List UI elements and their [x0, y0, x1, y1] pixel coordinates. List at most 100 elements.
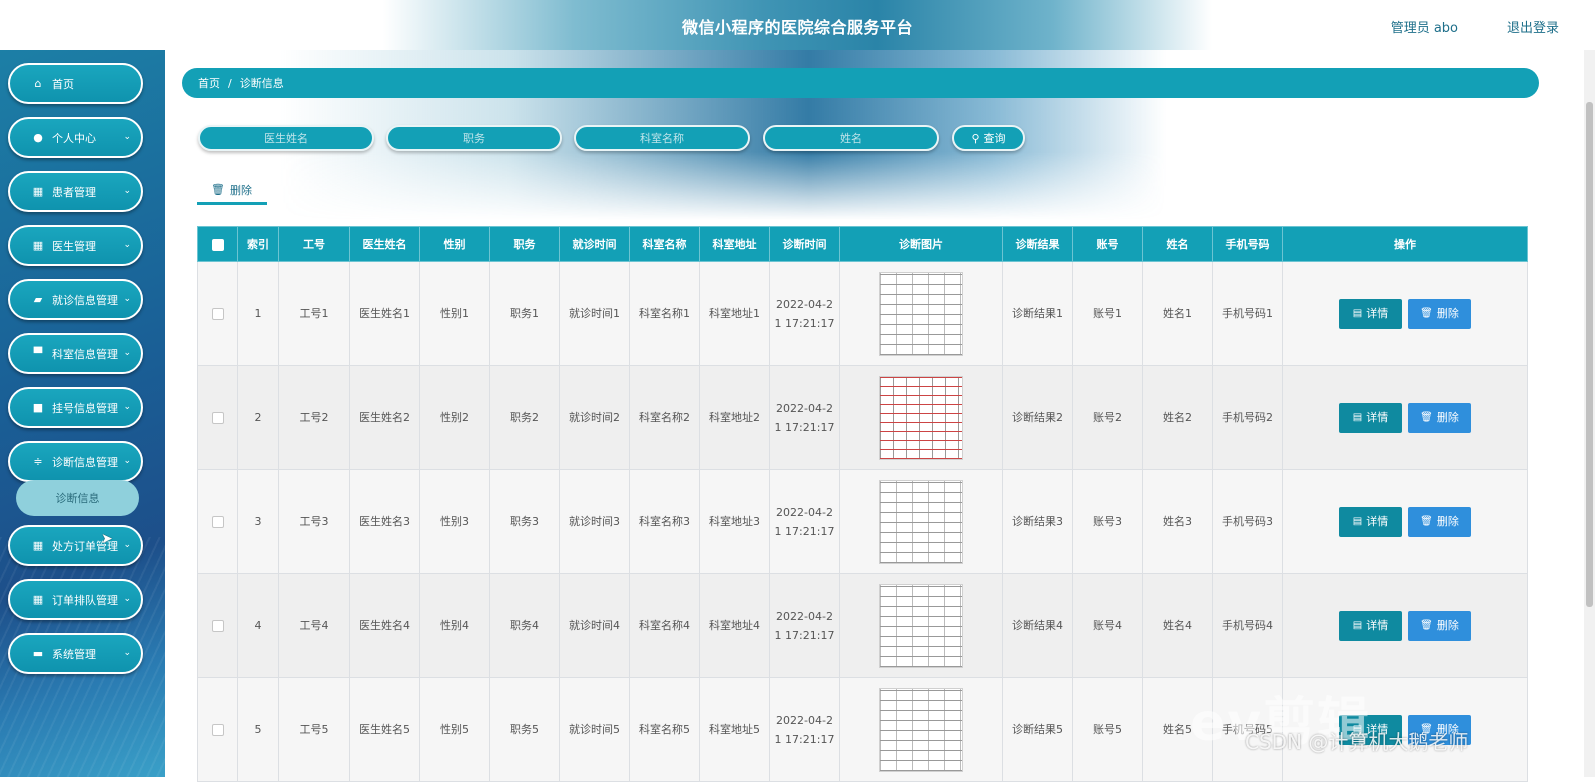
- delete-label: 删除: [1436, 411, 1459, 424]
- doctor-name-search-input[interactable]: [198, 125, 374, 151]
- cell-result: 诊断结果3: [1002, 469, 1073, 574]
- delete-label: 删除: [1436, 619, 1459, 632]
- detail-button[interactable]: ▤ 详情: [1339, 506, 1402, 537]
- sidebar-item-queue[interactable]: ▦ 订单排队管理 ⌄: [8, 579, 143, 620]
- row-checkbox[interactable]: [211, 308, 224, 320]
- cell-diag-image: [839, 573, 1003, 678]
- column-header: 就诊时间: [559, 226, 630, 262]
- cell-diag-image: [839, 261, 1003, 366]
- cell-diag-time: 2022-04-21 17:21:17: [769, 261, 840, 366]
- delete-button[interactable]: 🗑 删除: [1408, 402, 1471, 433]
- bulk-delete-button[interactable]: 🗑 删除: [197, 177, 267, 205]
- vertical-scrollbar[interactable]: [1584, 50, 1595, 777]
- sidebar-item-doctors[interactable]: ▦ 医生管理 ⌄: [8, 225, 143, 266]
- sidebar-item-diagnosis[interactable]: ≑ 诊断信息管理 ⌄: [8, 441, 143, 482]
- diagnosis-image[interactable]: [879, 375, 963, 460]
- cell-diag-time: 2022-04-21 17:21:17: [769, 469, 840, 574]
- search-icon: ⚲: [971, 131, 980, 145]
- document-icon: ▤: [1352, 308, 1363, 319]
- sliders-icon: ≑: [33, 455, 43, 468]
- delete-button[interactable]: 🗑 删除: [1408, 714, 1471, 745]
- cell-doctor: 医生姓名2: [349, 365, 420, 470]
- cell-diag-image: [839, 677, 1003, 782]
- sidebar-item-visits[interactable]: ▰ 就诊信息管理 ⌄: [8, 279, 143, 320]
- detail-button[interactable]: ▤ 详情: [1339, 714, 1402, 745]
- delete-button[interactable]: 🗑 删除: [1408, 610, 1471, 641]
- diagnosis-table: 索引 工号 医生姓名 性别 职务 就诊时间 科室名称 科室地址 诊断时间 诊断图…: [197, 226, 1528, 782]
- cell-name: 姓名2: [1142, 365, 1213, 470]
- cell-emp-no: 工号2: [278, 365, 350, 470]
- diagnosis-image[interactable]: [879, 583, 963, 668]
- trash-icon: 🗑: [1420, 308, 1433, 319]
- chevron-down-icon: ⌄: [123, 540, 131, 550]
- chevron-down-icon: ⌄: [123, 186, 131, 196]
- home-icon: ⌂: [34, 77, 42, 90]
- sidebar-item-label: 系统管理: [52, 647, 96, 661]
- detail-button[interactable]: ▤ 详情: [1339, 610, 1402, 641]
- sidebar-item-system[interactable]: ▬ 系统管理 ⌄: [8, 633, 143, 674]
- detail-button[interactable]: ▤ 详情: [1339, 298, 1402, 329]
- diagnosis-image[interactable]: [879, 687, 963, 772]
- flag-icon: ▀: [33, 347, 43, 360]
- column-header: 科室地址: [699, 226, 770, 262]
- cell-position: 职务1: [489, 261, 560, 366]
- column-header: 科室名称: [629, 226, 700, 262]
- query-button-label: 查询: [983, 132, 1006, 145]
- cell-phone: 手机号码4: [1212, 573, 1283, 678]
- cell-index: 2: [237, 365, 279, 470]
- cell-index: 3: [237, 469, 279, 574]
- cell-doctor: 医生姓名1: [349, 261, 420, 366]
- cell-diag-time: 2022-04-21 17:21:17: [769, 677, 840, 782]
- sidebar-item-registrations[interactable]: ■ 挂号信息管理 ⌄: [8, 387, 143, 428]
- detail-button[interactable]: ▤ 详情: [1339, 402, 1402, 433]
- trash-icon: 🗑: [1420, 724, 1433, 735]
- row-checkbox[interactable]: [211, 516, 224, 528]
- cell-dept-address: 科室地址3: [699, 469, 770, 574]
- row-checkbox[interactable]: [211, 620, 224, 632]
- diagnosis-image[interactable]: [879, 271, 963, 356]
- delete-button[interactable]: 🗑 删除: [1408, 506, 1471, 537]
- trash-icon: 🗑: [1420, 516, 1433, 527]
- cell-visit-time: 就诊时间1: [559, 261, 630, 366]
- cell-position: 职务2: [489, 365, 560, 470]
- position-search-input[interactable]: [386, 125, 562, 151]
- sidebar-item-prescriptions[interactable]: ▦ 处方订单管理 ⌄: [8, 525, 143, 566]
- cell-name: 姓名5: [1142, 677, 1213, 782]
- sidebar-item-personal-center[interactable]: ● 个人中心 ⌄: [8, 117, 143, 158]
- cell-doctor: 医生姓名3: [349, 469, 420, 574]
- row-checkbox[interactable]: [211, 724, 224, 736]
- cell-account: 账号4: [1072, 573, 1143, 678]
- sidebar-item-departments[interactable]: ▀ 科室信息管理 ⌄: [8, 333, 143, 374]
- detail-label: 详情: [1366, 307, 1389, 320]
- scrollbar-thumb[interactable]: [1586, 102, 1593, 607]
- cell-account: 账号5: [1072, 677, 1143, 782]
- breadcrumb-home[interactable]: 首页: [198, 75, 220, 91]
- row-checkbox[interactable]: [211, 412, 224, 424]
- cell-result: 诊断结果5: [1002, 677, 1073, 782]
- cell-phone: 手机号码5: [1212, 677, 1283, 782]
- department-search-input[interactable]: [574, 125, 750, 151]
- cell-index: 1: [237, 261, 279, 366]
- delete-button[interactable]: 🗑 删除: [1408, 298, 1471, 329]
- top-header: 微信小程序的医院综合服务平台 管理员 abo 退出登录: [0, 0, 1595, 50]
- column-header: 账号: [1072, 226, 1143, 262]
- cell-position: 职务3: [489, 469, 560, 574]
- cell-gender: 性别2: [419, 365, 490, 470]
- submenu-item-diagnosis-info[interactable]: 诊断信息: [16, 480, 139, 516]
- select-all-checkbox[interactable]: [211, 238, 224, 251]
- sidebar-item-patients[interactable]: ▦ 患者管理 ⌄: [8, 171, 143, 212]
- name-search-input[interactable]: [763, 125, 939, 151]
- sidebar-item-label: 科室信息管理: [52, 347, 118, 361]
- select-all-header[interactable]: [197, 226, 238, 262]
- delete-label: 删除: [1436, 515, 1459, 528]
- trash-icon: 🗑: [211, 183, 225, 196]
- logout-link[interactable]: 退出登录: [1507, 17, 1559, 36]
- query-button[interactable]: ⚲ 查询: [952, 125, 1025, 151]
- sidebar-item-home[interactable]: ⌂ 首页: [8, 63, 143, 104]
- diagnosis-image[interactable]: [879, 479, 963, 564]
- cell-diag-time: 2022-04-21 17:21:17: [769, 365, 840, 470]
- sidebar: ⌂ 首页 ● 个人中心 ⌄ ▦ 患者管理 ⌄ ▦ 医生管理 ⌄ ▰ 就诊信息管理…: [0, 50, 165, 777]
- cell-position: 职务5: [489, 677, 560, 782]
- sidebar-item-label: 医生管理: [52, 239, 96, 253]
- cell-account: 账号1: [1072, 261, 1143, 366]
